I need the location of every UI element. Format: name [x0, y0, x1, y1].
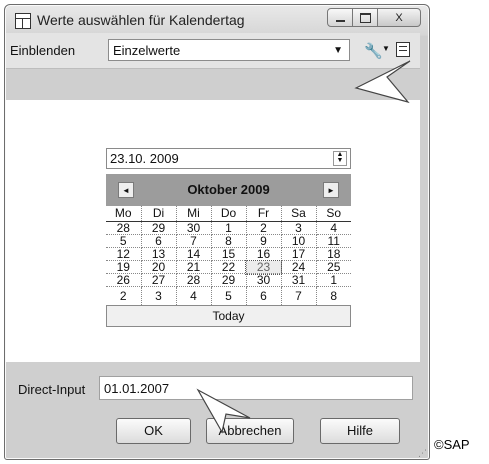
day-cell[interactable]: 24 — [281, 260, 317, 274]
day-cell[interactable]: 6 — [246, 286, 282, 305]
weekday-label: Di — [141, 206, 177, 222]
month-label: Oktober 2009 — [187, 182, 270, 197]
day-cell[interactable]: 13 — [141, 247, 177, 261]
calendar-table-icon — [15, 13, 31, 29]
day-cell[interactable]: 27 — [141, 273, 177, 287]
maximize-icon — [359, 12, 371, 23]
chevron-down-icon: ▼ — [333, 45, 343, 56]
day-cell[interactable]: 7 — [176, 234, 212, 248]
day-cell[interactable]: 8 — [211, 234, 247, 248]
day-cell[interactable]: 1 — [316, 273, 351, 287]
weekday-label: Sa — [281, 206, 317, 222]
week-row: 2 3 4 5 6 7 8 — [106, 286, 351, 306]
export-list-icon[interactable] — [396, 42, 410, 57]
day-cell[interactable]: 3 — [141, 286, 177, 305]
day-cell[interactable]: 3 — [281, 221, 317, 235]
day-cell[interactable]: 30 — [176, 221, 212, 235]
day-cell[interactable]: 28 — [106, 221, 142, 235]
day-cell[interactable]: 15 — [211, 247, 247, 261]
day-cell[interactable]: 6 — [141, 234, 177, 248]
calendar-grid: Mo Di Mi Do Fr Sa So 28 29 30 1 2 3 4 5 … — [106, 206, 351, 305]
calendar: ◄ Oktober 2009 ► Mo Di Mi Do Fr Sa So 28… — [106, 174, 351, 327]
copyright-notice: ©SAP — [434, 437, 470, 452]
minimize-button[interactable] — [327, 8, 353, 27]
window-controls: X — [327, 8, 421, 27]
week-row: 5 6 7 8 9 10 11 — [106, 234, 351, 248]
day-cell[interactable]: 16 — [246, 247, 282, 261]
day-cell[interactable]: 4 — [316, 221, 351, 235]
close-button[interactable]: X — [377, 8, 421, 27]
day-cell[interactable]: 31 — [281, 273, 317, 287]
weekday-label: Fr — [246, 206, 282, 222]
next-month-button[interactable]: ► — [323, 182, 339, 198]
window-title: Werte auswählen für Kalendertag — [37, 12, 245, 28]
day-cell[interactable]: 10 — [281, 234, 317, 248]
close-icon: X — [395, 11, 403, 24]
day-cell[interactable]: 29 — [141, 221, 177, 235]
day-cell[interactable]: 26 — [106, 273, 142, 287]
weekday-label: Do — [211, 206, 247, 222]
selected-day-cell[interactable]: 23 — [245, 259, 282, 275]
title-bar[interactable]: Werte auswählen für Kalendertag X — [5, 5, 429, 35]
day-cell[interactable]: 22 — [211, 260, 247, 274]
show-mode-value: Einzelwerte — [113, 43, 181, 58]
pointer-callout-toolbar — [354, 60, 411, 104]
maximize-button[interactable] — [352, 8, 378, 27]
week-row: 28 29 30 1 2 3 4 — [106, 221, 351, 235]
day-cell[interactable]: 17 — [281, 247, 317, 261]
minimize-icon — [335, 19, 345, 22]
day-cell[interactable]: 5 — [106, 234, 142, 248]
ok-button[interactable]: OK — [116, 418, 191, 444]
day-cell[interactable]: 12 — [106, 247, 142, 261]
day-cell[interactable]: 4 — [176, 286, 212, 305]
day-cell[interactable]: 18 — [316, 247, 351, 261]
show-label: Einblenden — [10, 43, 76, 58]
week-row: 26 27 28 29 30 31 1 — [106, 273, 351, 287]
weekday-label: Mi — [176, 206, 212, 222]
day-cell[interactable]: 20 — [141, 260, 177, 274]
week-row: 12 13 14 15 16 17 18 — [106, 247, 351, 261]
tools-dropdown-icon[interactable]: ▼ — [382, 44, 390, 53]
calendar-panel: 23.10. 2009 ▲ ▼ ◄ Oktober 2009 ► Mo Di Mi… — [6, 100, 420, 362]
day-cell[interactable]: 19 — [106, 260, 142, 274]
pointer-callout-input — [196, 388, 251, 434]
day-cell[interactable]: 25 — [316, 260, 351, 274]
day-cell[interactable]: 28 — [176, 273, 212, 287]
day-cell[interactable]: 2 — [106, 286, 142, 305]
direct-input-value: 01.01.2007 — [104, 381, 170, 396]
day-cell[interactable]: 21 — [176, 260, 212, 274]
weekday-label: So — [316, 206, 351, 222]
spinner-icon[interactable]: ▲ ▼ — [333, 151, 347, 166]
week-row: 19 20 21 22 23 24 25 — [106, 259, 351, 275]
show-mode-select[interactable]: Einzelwerte ▼ — [108, 39, 350, 61]
calendar-header: ◄ Oktober 2009 ► — [106, 174, 351, 206]
help-button[interactable]: Hilfe — [320, 418, 400, 444]
day-cell[interactable]: 5 — [211, 286, 247, 305]
direct-input-label: Direct-Input — [18, 382, 86, 397]
arrow-right-icon: ► — [327, 185, 335, 195]
date-input[interactable]: 23.10. 2009 ▲ ▼ — [106, 148, 351, 169]
day-cell[interactable]: 8 — [316, 287, 351, 306]
day-cell[interactable]: 11 — [316, 234, 351, 248]
weekday-row: Mo Di Mi Do Fr Sa So — [106, 206, 351, 222]
weekday-label: Mo — [106, 206, 142, 222]
direct-input-field[interactable]: 01.01.2007 — [99, 376, 413, 400]
day-cell[interactable]: 2 — [246, 221, 282, 235]
date-input-value: 23.10. 2009 — [110, 151, 179, 166]
day-cell[interactable]: 9 — [246, 234, 282, 248]
day-cell[interactable]: 7 — [281, 286, 317, 305]
day-cell[interactable]: 14 — [176, 247, 212, 261]
day-cell[interactable]: 1 — [211, 221, 247, 235]
day-cell[interactable]: 30 — [246, 273, 282, 287]
day-cell[interactable]: 29 — [211, 273, 247, 287]
today-button[interactable]: Today — [106, 305, 351, 327]
